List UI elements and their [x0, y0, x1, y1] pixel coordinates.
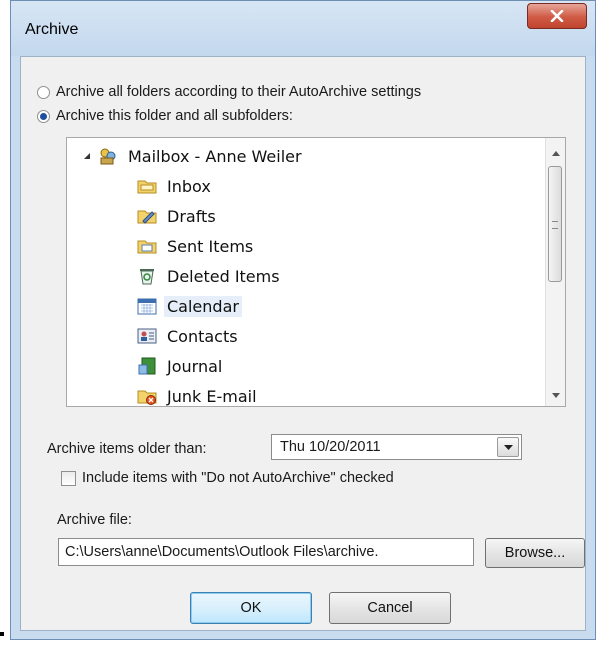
- archive-file-label: Archive file:: [57, 512, 132, 528]
- tree-item-label: Calendar: [164, 295, 242, 317]
- inbox-folder-icon: [137, 180, 157, 194]
- tree-item-junk-email[interactable]: Junk E-mail: [137, 384, 260, 406]
- title-bar[interactable]: Archive: [11, 1, 595, 56]
- include-items-option[interactable]: Include items with "Do not AutoArchive" …: [61, 470, 394, 486]
- include-items-checkbox[interactable]: [61, 470, 76, 486]
- close-button[interactable]: [527, 3, 587, 29]
- tree-item-calendar[interactable]: Calendar: [137, 294, 242, 318]
- tree-item-inbox[interactable]: Inbox: [137, 174, 214, 198]
- archive-this-option[interactable]: Archive this folder and all subfolders:: [37, 108, 293, 124]
- contacts-icon: [137, 328, 157, 344]
- stray-dot: [0, 632, 4, 636]
- tree-item-label: Contacts: [167, 326, 238, 346]
- window-title: Archive: [25, 21, 79, 38]
- tree-item-contacts[interactable]: Contacts: [137, 324, 241, 348]
- tree-item-label: Sent Items: [167, 236, 254, 256]
- archive-file-input[interactable]: C:\Users\anne\Documents\Outlook Files\ar…: [58, 538, 474, 566]
- junk-email-folder-icon: [137, 390, 157, 405]
- scroll-down-button[interactable]: [546, 386, 565, 404]
- cancel-button[interactable]: Cancel: [329, 592, 451, 624]
- scroll-up-arrow-icon: [551, 150, 560, 156]
- close-icon: [550, 10, 564, 22]
- archive-this-label: Archive this folder and all subfolders:: [56, 108, 293, 124]
- tree-item-label: Junk E-mail: [167, 386, 257, 406]
- browse-button[interactable]: Browse...: [485, 538, 585, 568]
- archive-all-label: Archive all folders according to their A…: [56, 84, 422, 100]
- folder-tree[interactable]: Mailbox - Anne Weiler Inbox Drafts Sent …: [66, 137, 566, 407]
- archive-date-combobox[interactable]: Thu 10/20/2011: [271, 434, 522, 460]
- archive-date-value: Thu 10/20/2011: [280, 439, 381, 455]
- tree-scrollbar[interactable]: [545, 138, 565, 406]
- archive-all-option[interactable]: Archive all folders according to their A…: [37, 84, 421, 100]
- tree-item-journal[interactable]: Journal: [137, 354, 225, 378]
- tree-item-deleted-items[interactable]: Deleted Items: [137, 264, 283, 288]
- scroll-grip-icon: [552, 221, 558, 229]
- chevron-down-icon: [503, 444, 513, 450]
- deleted-items-icon: [140, 269, 154, 285]
- tree-root-mailbox[interactable]: Mailbox - Anne Weiler: [83, 144, 305, 168]
- drafts-folder-icon: [137, 210, 157, 224]
- calendar-icon: [137, 298, 157, 315]
- tree-item-label: Deleted Items: [167, 266, 280, 286]
- tree-item-label: Inbox: [167, 176, 211, 196]
- collapse-arrow-icon[interactable]: [83, 152, 91, 160]
- dialog-body: Archive all folders according to their A…: [20, 56, 586, 631]
- include-items-label: Include items with "Do not AutoArchive" …: [82, 470, 394, 486]
- tree-item-label: Journal: [167, 356, 223, 376]
- scroll-down-arrow-icon: [551, 392, 560, 398]
- scroll-up-button[interactable]: [546, 144, 565, 162]
- scroll-thumb[interactable]: [548, 166, 562, 282]
- archive-dialog: Archive Archive all folders according to…: [10, 0, 596, 640]
- archive-older-label: Archive items older than:: [47, 441, 207, 457]
- ok-button[interactable]: OK: [190, 592, 312, 624]
- journal-icon: [138, 357, 156, 375]
- tree-item-label: Drafts: [167, 206, 216, 226]
- tree-item-sent-items[interactable]: Sent Items: [137, 234, 256, 258]
- archive-this-radio[interactable]: [37, 109, 50, 123]
- sent-items-folder-icon: [137, 240, 157, 254]
- tree-item-drafts[interactable]: Drafts: [137, 204, 219, 228]
- tree-item-label: Mailbox - Anne Weiler: [128, 146, 302, 166]
- date-dropdown-button[interactable]: [497, 437, 519, 457]
- archive-all-radio[interactable]: [37, 85, 50, 99]
- mailbox-icon: [100, 148, 116, 165]
